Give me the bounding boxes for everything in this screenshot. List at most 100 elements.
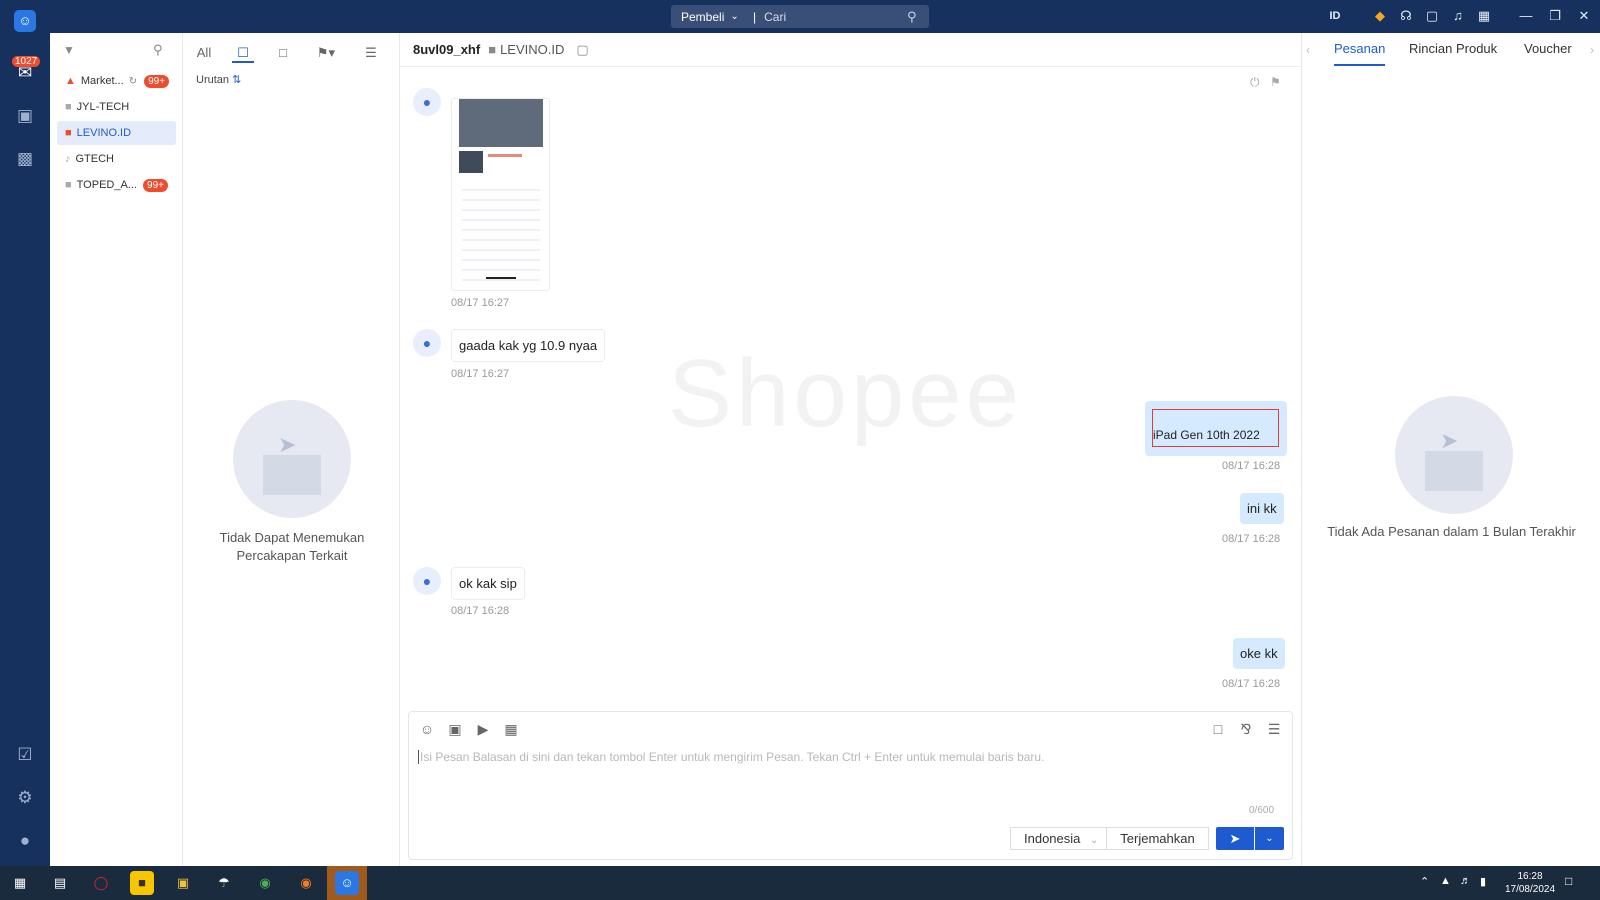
sort-button[interactable]: Urutan ⇅	[196, 73, 241, 86]
chat-header: 8uvl09_xhf ■ LEVINO.ID ▢	[400, 33, 1300, 67]
chevron-left-icon[interactable]: ‹	[1306, 43, 1310, 57]
empty-line: Tidak Dapat Menemukan	[219, 530, 365, 545]
tab-unreplied-icon[interactable]: □	[272, 43, 294, 63]
ai-text-icon[interactable]: ⅋	[1237, 720, 1255, 738]
store-name: Market...	[80, 75, 124, 87]
user-icon[interactable]: ●	[14, 830, 36, 852]
tab-rincian-produk[interactable]: Rincian Produk	[1409, 41, 1497, 56]
chat-username[interactable]: 8uvl09_xhf	[413, 42, 480, 57]
sync-icon[interactable]: ↻	[129, 76, 137, 87]
grid-icon[interactable]: ▦	[1476, 8, 1492, 24]
restore-icon[interactable]: ❐	[1547, 8, 1563, 24]
tab-bookmark-icon[interactable]: ⚑▾	[312, 43, 340, 63]
empty-message: Tidak Dapat Menemukan Percakapan Terkait	[184, 529, 400, 565]
tablet-icon[interactable]: ▢	[1424, 8, 1440, 24]
language-select[interactable]: ID	[1320, 8, 1350, 24]
shopee-watermark: Shopee	[668, 340, 1023, 447]
menu-icon[interactable]: ☰	[360, 43, 382, 63]
send-button[interactable]: ➤	[1216, 827, 1254, 850]
inventory-icon[interactable]: ▣	[14, 105, 36, 127]
store-list: ▼ ⚲ ▲ Market... ↻ 99+ ■ JYL-TECH ■ LEVIN…	[50, 33, 183, 866]
shop-icon: ■	[488, 42, 497, 57]
filter-icon[interactable]: ▼	[63, 43, 75, 57]
search-box[interactable]: Pembeli ⌄ | Cari ⚲	[671, 5, 929, 28]
checklist-icon[interactable]: ☑	[14, 744, 36, 766]
search-icon[interactable]: ⚲	[153, 42, 163, 58]
box-shape	[1425, 451, 1483, 491]
buyer-avatar: ●	[413, 329, 441, 357]
chevron-down-icon: ⌄	[730, 11, 739, 22]
task-view-icon[interactable]: ▤	[48, 871, 72, 895]
translate-button[interactable]: Terjemahkan	[1106, 827, 1209, 850]
language-select[interactable]: Indonesia ⌄	[1010, 827, 1107, 850]
product-name: iPad Gen 10th 2022	[1152, 409, 1279, 447]
send-options-button[interactable]: ⌄	[1255, 827, 1284, 850]
store-item[interactable]: ■ LEVINO.ID	[57, 121, 176, 145]
product-card-message[interactable]: iPad Gen 10th 2022	[1145, 401, 1287, 456]
network-icon[interactable]: ▲	[1440, 875, 1451, 887]
store-item[interactable]: ■ JYL-TECH	[57, 95, 176, 119]
list-icon[interactable]: ☰	[1265, 720, 1283, 738]
search-input[interactable]: Cari	[764, 10, 907, 24]
store-item[interactable]: ♪ GTECH	[57, 147, 176, 171]
quick-reply-icon[interactable]: □	[1209, 720, 1227, 738]
file-explorer-icon[interactable]: ▣	[171, 871, 195, 895]
incoming-message: gaada kak yg 10.9 nyaa	[451, 329, 606, 362]
store-name: GTECH	[75, 153, 115, 165]
stats-icon[interactable]: ▩	[14, 148, 36, 170]
volume-icon[interactable]: ♬	[1460, 875, 1471, 887]
share-icon[interactable]: ▢	[576, 42, 588, 58]
message-time: 08/17 16:27	[451, 368, 510, 380]
app-icon[interactable]: ☂	[212, 871, 236, 895]
windows-start-icon[interactable]: ▦	[8, 871, 32, 895]
video-icon[interactable]: ▶	[474, 720, 492, 738]
firefox-icon[interactable]: ◉	[294, 871, 318, 895]
tray-chevron-icon[interactable]: ⌃	[1420, 875, 1429, 888]
fire-icon: ▲	[65, 75, 76, 87]
search-scope-select[interactable]: Pembeli ⌄	[671, 10, 753, 24]
incoming-message: ok kak sip	[451, 567, 525, 600]
store-item[interactable]: ■ TOPED_A... 99+	[57, 173, 176, 197]
opera-icon[interactable]: ◯	[89, 871, 113, 895]
tab-all[interactable]: All	[192, 43, 216, 63]
tab-voucher[interactable]: Voucher	[1524, 41, 1572, 56]
product-photo	[459, 99, 543, 147]
clock[interactable]: 16:28 17/08/2024	[1500, 870, 1560, 896]
store-badge: 99+	[143, 178, 168, 192]
store-item[interactable]: ▲ Market... ↻ 99+	[57, 69, 176, 93]
minimize-icon[interactable]: —	[1518, 8, 1534, 24]
battery-icon[interactable]: ▮	[1480, 875, 1486, 888]
shield-badge-icon[interactable]: ◆	[1372, 8, 1388, 24]
tab-chat-icon[interactable]: ☐	[232, 43, 254, 63]
image-icon[interactable]: ▣	[446, 720, 464, 738]
store-name: LEVINO.ID	[76, 127, 132, 139]
product-icon[interactable]: ▦	[502, 720, 520, 738]
tab-pesanan[interactable]: Pesanan	[1334, 41, 1386, 66]
headset-icon[interactable]: ☊	[1398, 8, 1414, 24]
message-time: 08/17 16:28	[1222, 460, 1281, 472]
sticky-notes-icon[interactable]: ■	[130, 871, 154, 895]
divider: |	[753, 9, 757, 24]
bookmark-icon[interactable]: ⚑	[1270, 75, 1281, 89]
close-icon[interactable]: ✕	[1576, 8, 1592, 24]
image-message[interactable]	[451, 98, 550, 291]
power-icon[interactable]: ⏻	[1250, 75, 1260, 90]
unread-badge: 1027	[12, 56, 41, 67]
settings-icon[interactable]: ⚙	[14, 787, 36, 809]
message-time: 08/17 16:27	[451, 297, 510, 309]
search-scope-label: Pembeli	[681, 9, 725, 24]
search-icon[interactable]: ⚲	[907, 9, 929, 25]
bell-icon[interactable]: ♫	[1450, 8, 1466, 24]
bigseller-icon[interactable]: ☺	[335, 871, 359, 895]
store-name: TOPED_A...	[76, 179, 137, 191]
message-time: 08/17 16:28	[1222, 533, 1281, 545]
emoji-icon[interactable]: ☺	[418, 720, 436, 738]
notification-icon[interactable]: □	[1565, 874, 1572, 888]
message-composer: ☺ ▣ ▶ ▦ □ ⅋ ☰ Isi Pesan Balasan di sini …	[408, 711, 1293, 860]
chevron-right-icon[interactable]: ›	[1590, 43, 1594, 57]
chrome-icon[interactable]: ◉	[253, 871, 277, 895]
empty-line: Percakapan Terkait	[236, 548, 348, 563]
language-label: Indonesia	[1024, 831, 1081, 846]
order-panel: ‹ Pesanan Rincian Produk Voucher › ➤ Tid…	[1301, 33, 1600, 866]
message-input[interactable]: Isi Pesan Balasan di sini dan tekan tomb…	[418, 750, 1278, 764]
